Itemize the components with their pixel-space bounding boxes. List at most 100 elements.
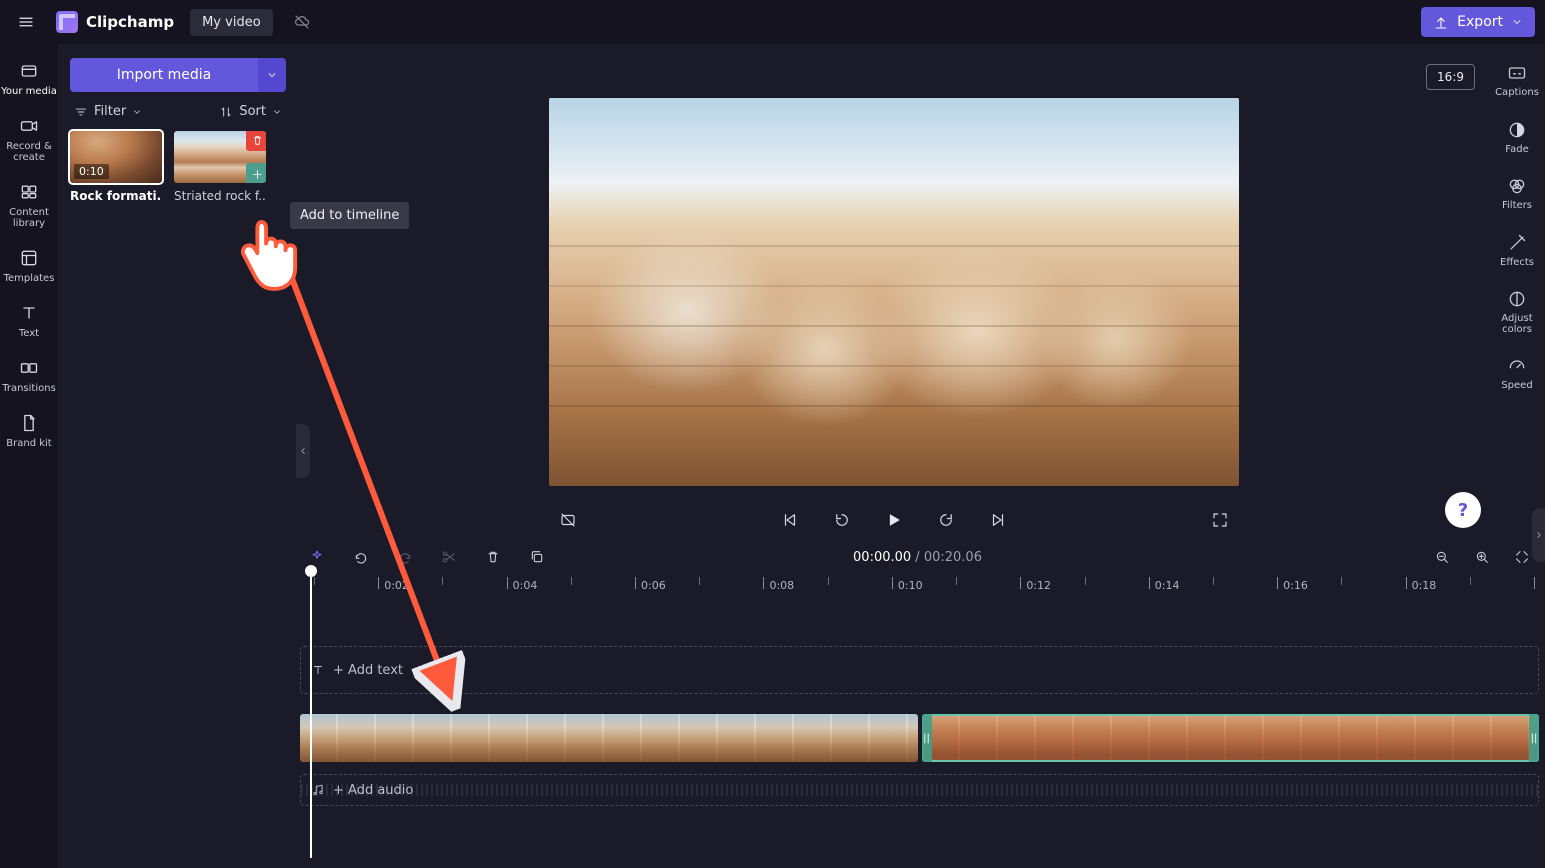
cloud-sync-off-icon[interactable] <box>289 9 315 35</box>
prev-frame-button[interactable] <box>777 507 803 533</box>
rail-transitions[interactable]: Transitions <box>1 349 57 402</box>
rail-label: Transitions <box>2 383 56 394</box>
split-button[interactable] <box>436 544 462 570</box>
timeline-toolbar: 00:00.00 / 00:20.06 <box>290 542 1545 572</box>
library-icon <box>18 181 40 203</box>
rewind-icon <box>833 511 851 529</box>
scissors-icon <box>441 549 457 565</box>
copy-clip-button[interactable] <box>524 544 550 570</box>
transitions-icon <box>18 357 40 379</box>
zoom-out-button[interactable] <box>1429 544 1455 570</box>
clip-trim-handle-left[interactable]: || <box>922 714 932 762</box>
clip-trim-handle-right[interactable]: || <box>1529 714 1539 762</box>
question-icon: ? <box>1458 500 1468 521</box>
menu-button[interactable] <box>10 6 42 38</box>
rr-label: Adjust colors <box>1489 314 1545 335</box>
video-track[interactable]: || || <box>300 714 1539 762</box>
toggle-safe-zones-button[interactable] <box>555 507 581 533</box>
fullscreen-button[interactable] <box>1207 507 1233 533</box>
app-header: Clipchamp My video Export <box>0 0 1545 44</box>
rail-label: Brand kit <box>6 438 51 449</box>
import-media-button[interactable]: Import media <box>70 58 258 92</box>
text-track[interactable]: + Add text <box>300 646 1539 694</box>
sort-icon <box>219 105 233 119</box>
step-back-button[interactable] <box>829 507 855 533</box>
rail-text[interactable]: Text <box>1 294 57 347</box>
frame-icon <box>559 511 577 529</box>
timeline-clip-2[interactable]: || || <box>922 714 1540 762</box>
zoom-in-icon <box>1474 549 1490 565</box>
hamburger-icon <box>17 13 35 31</box>
rr-fade[interactable]: Fade <box>1489 109 1545 166</box>
rail-content-library[interactable]: Content library <box>1 173 57 237</box>
collapse-right-rail-button[interactable] <box>1532 508 1545 562</box>
forward-icon <box>937 511 955 529</box>
delete-media-button[interactable] <box>246 131 266 151</box>
plus-icon <box>251 168 264 181</box>
rr-effects[interactable]: Effects <box>1489 222 1545 279</box>
ruler-tick-label: 0:16 <box>1283 579 1308 592</box>
media-thumb-2[interactable]: Striated rock f... <box>174 131 266 203</box>
rail-record-create[interactable]: Record & create <box>1 107 57 171</box>
fullscreen-icon <box>1211 511 1229 529</box>
delete-clip-button[interactable] <box>480 544 506 570</box>
ruler-tick-label: 0:18 <box>1412 579 1437 592</box>
rail-label: Record & create <box>1 141 57 163</box>
preview-area: 16:9 ? <box>298 44 1489 542</box>
help-button[interactable]: ? <box>1445 492 1481 528</box>
filter-button[interactable]: Filter <box>74 104 142 119</box>
rr-speed[interactable]: Speed <box>1489 345 1545 402</box>
fit-icon <box>1514 549 1530 565</box>
zoom-out-icon <box>1434 549 1450 565</box>
sparkle-icon <box>309 549 325 565</box>
rail-brand-kit[interactable]: Brand kit <box>1 404 57 457</box>
play-button[interactable] <box>881 507 907 533</box>
export-button[interactable]: Export <box>1421 7 1535 37</box>
video-preview[interactable] <box>549 98 1239 486</box>
timeline-clip-1[interactable] <box>300 714 918 762</box>
rr-filters[interactable]: Filters <box>1489 165 1545 222</box>
clipchamp-logo-icon <box>56 11 78 33</box>
chevron-down-icon <box>132 107 142 117</box>
rail-label: Templates <box>4 273 55 284</box>
brand-name: Clipchamp <box>86 13 174 31</box>
captions-icon <box>1506 62 1528 84</box>
rr-captions[interactable]: Captions <box>1489 52 1545 109</box>
rail-templates[interactable]: Templates <box>1 239 57 292</box>
skip-forward-icon <box>989 511 1007 529</box>
timeline: 00:00.00 / 00:20.06 0:020:040:060:080:10… <box>290 542 1545 868</box>
time-ruler[interactable]: 0:020:040:060:080:100:120:140:160:18 <box>300 572 1539 598</box>
timecode: 00:00.00 / 00:20.06 <box>853 550 982 565</box>
effects-icon <box>1506 232 1528 254</box>
chevron-down-icon <box>266 69 278 81</box>
step-forward-button[interactable] <box>933 507 959 533</box>
redo-icon <box>397 549 413 565</box>
add-to-timeline-button[interactable] <box>246 163 266 183</box>
trash-icon <box>251 134 264 147</box>
playhead[interactable] <box>310 567 312 858</box>
next-frame-button[interactable] <box>985 507 1011 533</box>
zoom-in-button[interactable] <box>1469 544 1495 570</box>
filter-label: Filter <box>94 104 126 119</box>
tooltip-add-to-timeline: Add to timeline <box>290 202 409 229</box>
aspect-ratio-selector[interactable]: 16:9 <box>1426 64 1475 90</box>
rail-your-media[interactable]: Your media <box>1 52 57 105</box>
collapse-panel-button[interactable] <box>296 424 310 478</box>
media-thumb-name: Rock formati... <box>70 189 162 203</box>
adjust-icon <box>1506 288 1528 310</box>
fade-icon <box>1506 119 1528 141</box>
project-name-chip[interactable]: My video <box>190 9 273 36</box>
left-rail: Your media Record & create Content libra… <box>0 44 58 868</box>
audio-track[interactable]: + Add audio <box>300 774 1539 806</box>
ruler-tick-label: 0:10 <box>898 579 923 592</box>
media-thumb-1[interactable]: 0:10 Rock formati... <box>70 131 162 203</box>
rr-adjust-colors[interactable]: Adjust colors <box>1489 278 1545 345</box>
redo-button[interactable] <box>392 544 418 570</box>
import-media-dropdown[interactable] <box>258 58 286 92</box>
sort-button[interactable]: Sort <box>219 104 282 119</box>
undo-button[interactable] <box>348 544 374 570</box>
export-label: Export <box>1457 14 1503 30</box>
templates-icon <box>18 247 40 269</box>
text-icon <box>311 663 325 677</box>
rr-label: Captions <box>1495 88 1539 99</box>
